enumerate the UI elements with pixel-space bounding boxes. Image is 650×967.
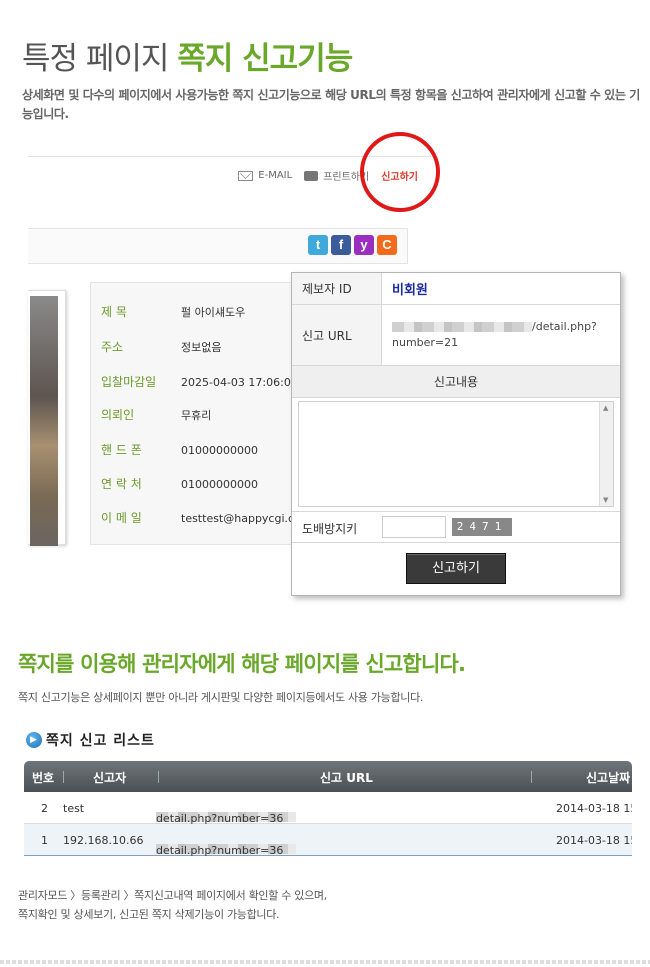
blurred-domain	[392, 322, 532, 332]
spam-label: 도배방지키	[302, 522, 358, 536]
reporter-label: 제보자 ID	[292, 273, 382, 304]
table-header: 번호 신고자 신고 URL 신고날짜	[24, 761, 632, 792]
info-key: 제 목	[101, 305, 127, 319]
spam-key-input[interactable]	[382, 516, 446, 538]
url-row: 신고 URL /detail.php?number=21	[292, 305, 620, 366]
divider	[63, 771, 64, 783]
sns-icons: t f y C	[308, 235, 397, 255]
info-key: 연 락 처	[101, 477, 142, 491]
title-bold: 쪽지 신고기능	[177, 41, 353, 77]
content-label: 신고내용	[292, 366, 620, 398]
section-heading: 쪽지를 이용해 관리자에게 해당 페이지를 신고합니다.	[18, 652, 466, 676]
info-value: 무휴리	[181, 409, 212, 422]
page-subtitle: 상세화면 및 다수의 페이지에서 사용가능한 쪽지 신고기능으로 해당 URL의…	[22, 88, 640, 121]
col-url: 신고 URL	[320, 771, 373, 785]
report-list-table: 번호 신고자 신고 URL 신고날짜 2 test detail.php?num…	[24, 761, 632, 856]
url-value-box: /detail.php?number=21	[392, 319, 612, 351]
info-key: 입찰마감일	[101, 375, 157, 389]
col-no: 번호	[32, 771, 55, 785]
table-row[interactable]: 1 192.168.10.66 detail.php?number=36 201…	[24, 824, 632, 856]
col-date: 신고날짜	[586, 771, 631, 785]
cell-no: 2	[41, 802, 48, 815]
footer-line-1: 관리자모드 〉등록관리 〉쪽지신고내역 페이지에서 확인할 수 있으며,	[18, 889, 327, 902]
divider	[158, 771, 159, 783]
spam-row: 도배방지키 2471	[292, 511, 620, 543]
title-light: 특정 페이지	[22, 41, 169, 77]
info-row: 의뢰인 무휴리	[101, 406, 211, 423]
col-reporter: 신고자	[93, 771, 127, 785]
cell-reporter: test	[63, 802, 85, 815]
table-row[interactable]: 2 test detail.php?number=36 2014-03-18 1…	[24, 792, 632, 825]
bottom-divider	[0, 960, 650, 964]
reporter-value: 비회원	[392, 283, 428, 298]
twitter-icon[interactable]: t	[308, 235, 328, 255]
photo-image	[30, 296, 58, 546]
info-row: 연 락 처 01000000000	[101, 475, 258, 492]
cell-url-text: detail.php?number=36	[156, 844, 284, 856]
info-key: 핸 드 폰	[101, 443, 142, 457]
reporter-row: 제보자 ID 비회원	[292, 273, 620, 305]
sns-bar: t f y C	[28, 228, 408, 264]
info-value: 정보없음	[181, 341, 222, 354]
footer-line-2: 쪽지확인 및 상세보기, 신고된 쪽지 삭제기능이 가능합니다.	[18, 908, 280, 921]
cell-date: 2014-03-18 15	[556, 802, 632, 815]
cell-no: 1	[41, 834, 48, 847]
info-row: 핸 드 폰 01000000000	[101, 441, 258, 458]
email-link[interactable]: E-MAIL	[238, 170, 292, 181]
cyworld-icon[interactable]: C	[377, 235, 397, 255]
info-row: 주소 정보없음	[101, 338, 221, 355]
report-content-textarea[interactable]	[298, 401, 614, 507]
info-key: 주소	[101, 340, 124, 354]
info-value: 펄 아이섀도우	[181, 306, 246, 319]
yozm-icon[interactable]: y	[354, 235, 374, 255]
info-row: 이 메 일 testtest@happycgi.com	[101, 509, 300, 526]
highlight-circle	[360, 132, 440, 212]
info-row: 제 목 펄 아이섀도우	[101, 303, 245, 320]
url-label: 신고 URL	[292, 305, 382, 365]
captcha-image: 2471	[452, 518, 512, 536]
section-description: 쪽지 신고기능은 상세페이지 뿐만 아니라 게시판및 다양한 페이지등에서도 사…	[18, 691, 424, 704]
info-key: 의뢰인	[101, 408, 135, 422]
info-value: 01000000000	[181, 444, 258, 457]
page-title: 특정 페이지 쪽지 신고기능	[22, 33, 353, 78]
scrollbar[interactable]	[599, 402, 613, 506]
info-key: 이 메 일	[101, 511, 142, 525]
cell-date: 2014-03-18 15	[556, 834, 632, 847]
info-box: 제 목 펄 아이섀도우 주소 정보없음 입찰마감일 2025-04-03 17:06:…	[90, 282, 300, 545]
divider	[531, 771, 532, 783]
mail-icon	[238, 170, 254, 181]
email-label: E-MAIL	[258, 170, 293, 181]
info-value: testtest@happycgi.com	[181, 512, 300, 525]
info-value: 2025-04-03 17:06:00	[181, 376, 298, 389]
footer-note: 관리자모드 〉등록관리 〉쪽지신고내역 페이지에서 확인할 수 있으며, 쪽지확…	[18, 886, 327, 924]
info-row: 입찰마감일 2025-04-03 17:06:00	[101, 373, 298, 390]
printer-icon	[304, 170, 319, 181]
list-title: ▶ 쪽지 신고 리스트	[26, 730, 155, 750]
arrow-bullet-icon: ▶	[26, 732, 42, 748]
list-title-text: 쪽지 신고 리스트	[46, 733, 155, 749]
cell-reporter: 192.168.10.66	[63, 834, 144, 847]
product-photo	[28, 290, 66, 546]
report-popup: 제보자 ID 비회원 신고 URL /detail.php?number=21 …	[291, 272, 621, 596]
info-value: 01000000000	[181, 478, 258, 491]
submit-report-button[interactable]: 신고하기	[406, 553, 506, 584]
facebook-icon[interactable]: f	[331, 235, 351, 255]
